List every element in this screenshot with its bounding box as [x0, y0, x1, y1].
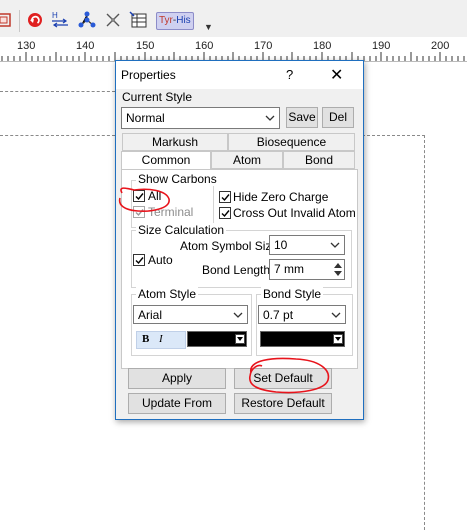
font-style-buttons: B I	[136, 331, 186, 349]
clear-structure-icon[interactable]	[103, 10, 123, 30]
page-guide	[0, 91, 115, 92]
auto-label: Auto	[148, 253, 173, 267]
sequence-label-tyr: Tyr	[159, 15, 173, 26]
current-style-value: Normal	[126, 111, 165, 125]
tab-bond[interactable]: Bond	[283, 151, 355, 169]
bond-width-value: 0.7 pt	[263, 308, 294, 322]
atom-font-select[interactable]: Arial	[133, 305, 248, 324]
hide-zero-charge-label: Hide Zero Charge	[233, 190, 329, 204]
current-style-label: Current Style	[122, 90, 193, 104]
delete-button[interactable]: Del	[322, 107, 354, 128]
chevron-down-icon	[333, 334, 343, 344]
atom-symbol-size-select[interactable]: 10	[269, 235, 345, 255]
hide-zero-charge-checkbox[interactable]	[219, 191, 231, 203]
bond-color-picker[interactable]	[260, 331, 345, 347]
bond-length-spinner[interactable]: 7 mm	[269, 259, 345, 280]
update-from-button[interactable]: Update From	[128, 393, 226, 414]
tab-common[interactable]: Common	[121, 151, 211, 170]
chevron-down-icon	[233, 309, 243, 323]
toolbar-overflow-icon[interactable]: ▼	[204, 22, 213, 32]
bond-length-value: 7 mm	[274, 262, 304, 276]
table-icon[interactable]	[129, 10, 149, 30]
bond-style-title: Bond Style	[261, 287, 324, 301]
terminal-label: Terminal	[148, 205, 194, 219]
cross-out-invalid-atom-label: Cross Out Invalid Atom	[233, 206, 356, 220]
bond-width-select[interactable]: 0.7 pt	[258, 305, 346, 324]
atom-color-picker[interactable]	[187, 331, 247, 347]
apply-button[interactable]: Apply	[128, 368, 226, 389]
spin-down-icon[interactable]	[332, 270, 343, 278]
toolbar: H Tyr-His ▼	[0, 0, 467, 38]
hydrogen-swap-icon[interactable]: H	[50, 10, 70, 30]
current-style-select[interactable]: Normal	[121, 107, 280, 129]
save-button[interactable]: Save	[286, 107, 318, 128]
close-icon[interactable]: ✕	[330, 65, 343, 85]
chevron-down-icon	[330, 239, 340, 253]
all-label: All	[148, 189, 162, 203]
sequence-button[interactable]: Tyr-His	[156, 12, 194, 30]
show-carbons-title: Show Carbons	[136, 172, 219, 186]
italic-button[interactable]: I	[159, 333, 163, 345]
atom-font-value: Arial	[138, 308, 163, 322]
properties-dialog: Properties ? ✕ Current Style Normal Save…	[115, 60, 364, 420]
terminal-checkbox	[133, 206, 145, 218]
svg-text:H: H	[52, 11, 58, 20]
show-carbons-group	[131, 180, 214, 228]
dialog-title: Properties	[121, 68, 176, 82]
atom-symbol-size-label: Atom Symbol Size	[180, 239, 279, 253]
page-guide	[362, 135, 425, 136]
bold-button[interactable]: B	[142, 333, 149, 345]
atom-symbol-size-value: 10	[274, 238, 288, 252]
chevron-down-icon	[265, 112, 275, 126]
tab-biosequence[interactable]: Biosequence	[228, 133, 355, 151]
chevron-down-icon	[235, 334, 245, 344]
tab-markush[interactable]: Markush	[122, 133, 228, 151]
molecule-icon[interactable]	[77, 10, 97, 30]
restore-default-button[interactable]: Restore Default	[234, 393, 332, 414]
auto-checkbox[interactable]	[133, 254, 145, 266]
set-default-button[interactable]: Set Default	[234, 368, 332, 389]
cross-out-invalid-atom-checkbox[interactable]	[219, 207, 231, 219]
atom-style-title: Atom Style	[136, 287, 199, 301]
help-button[interactable]: ?	[286, 67, 293, 82]
dialog-titlebar[interactable]: Properties ? ✕	[116, 61, 363, 89]
chevron-down-icon	[331, 309, 341, 323]
frame-icon[interactable]	[0, 10, 14, 30]
sequence-label-his: His	[176, 15, 191, 26]
spin-up-icon[interactable]	[332, 261, 343, 269]
size-calculation-title: Size Calculation	[136, 223, 227, 237]
ruler: 130 140 150 160 170 180 190 200	[0, 37, 467, 62]
tab-atom[interactable]: Atom	[211, 151, 283, 169]
page-guide	[0, 135, 115, 136]
rotate-icon[interactable]	[25, 10, 45, 30]
toolbar-separator	[19, 10, 20, 32]
page-guide	[424, 135, 425, 530]
all-checkbox[interactable]	[133, 190, 145, 202]
bond-length-label: Bond Length	[202, 263, 271, 277]
